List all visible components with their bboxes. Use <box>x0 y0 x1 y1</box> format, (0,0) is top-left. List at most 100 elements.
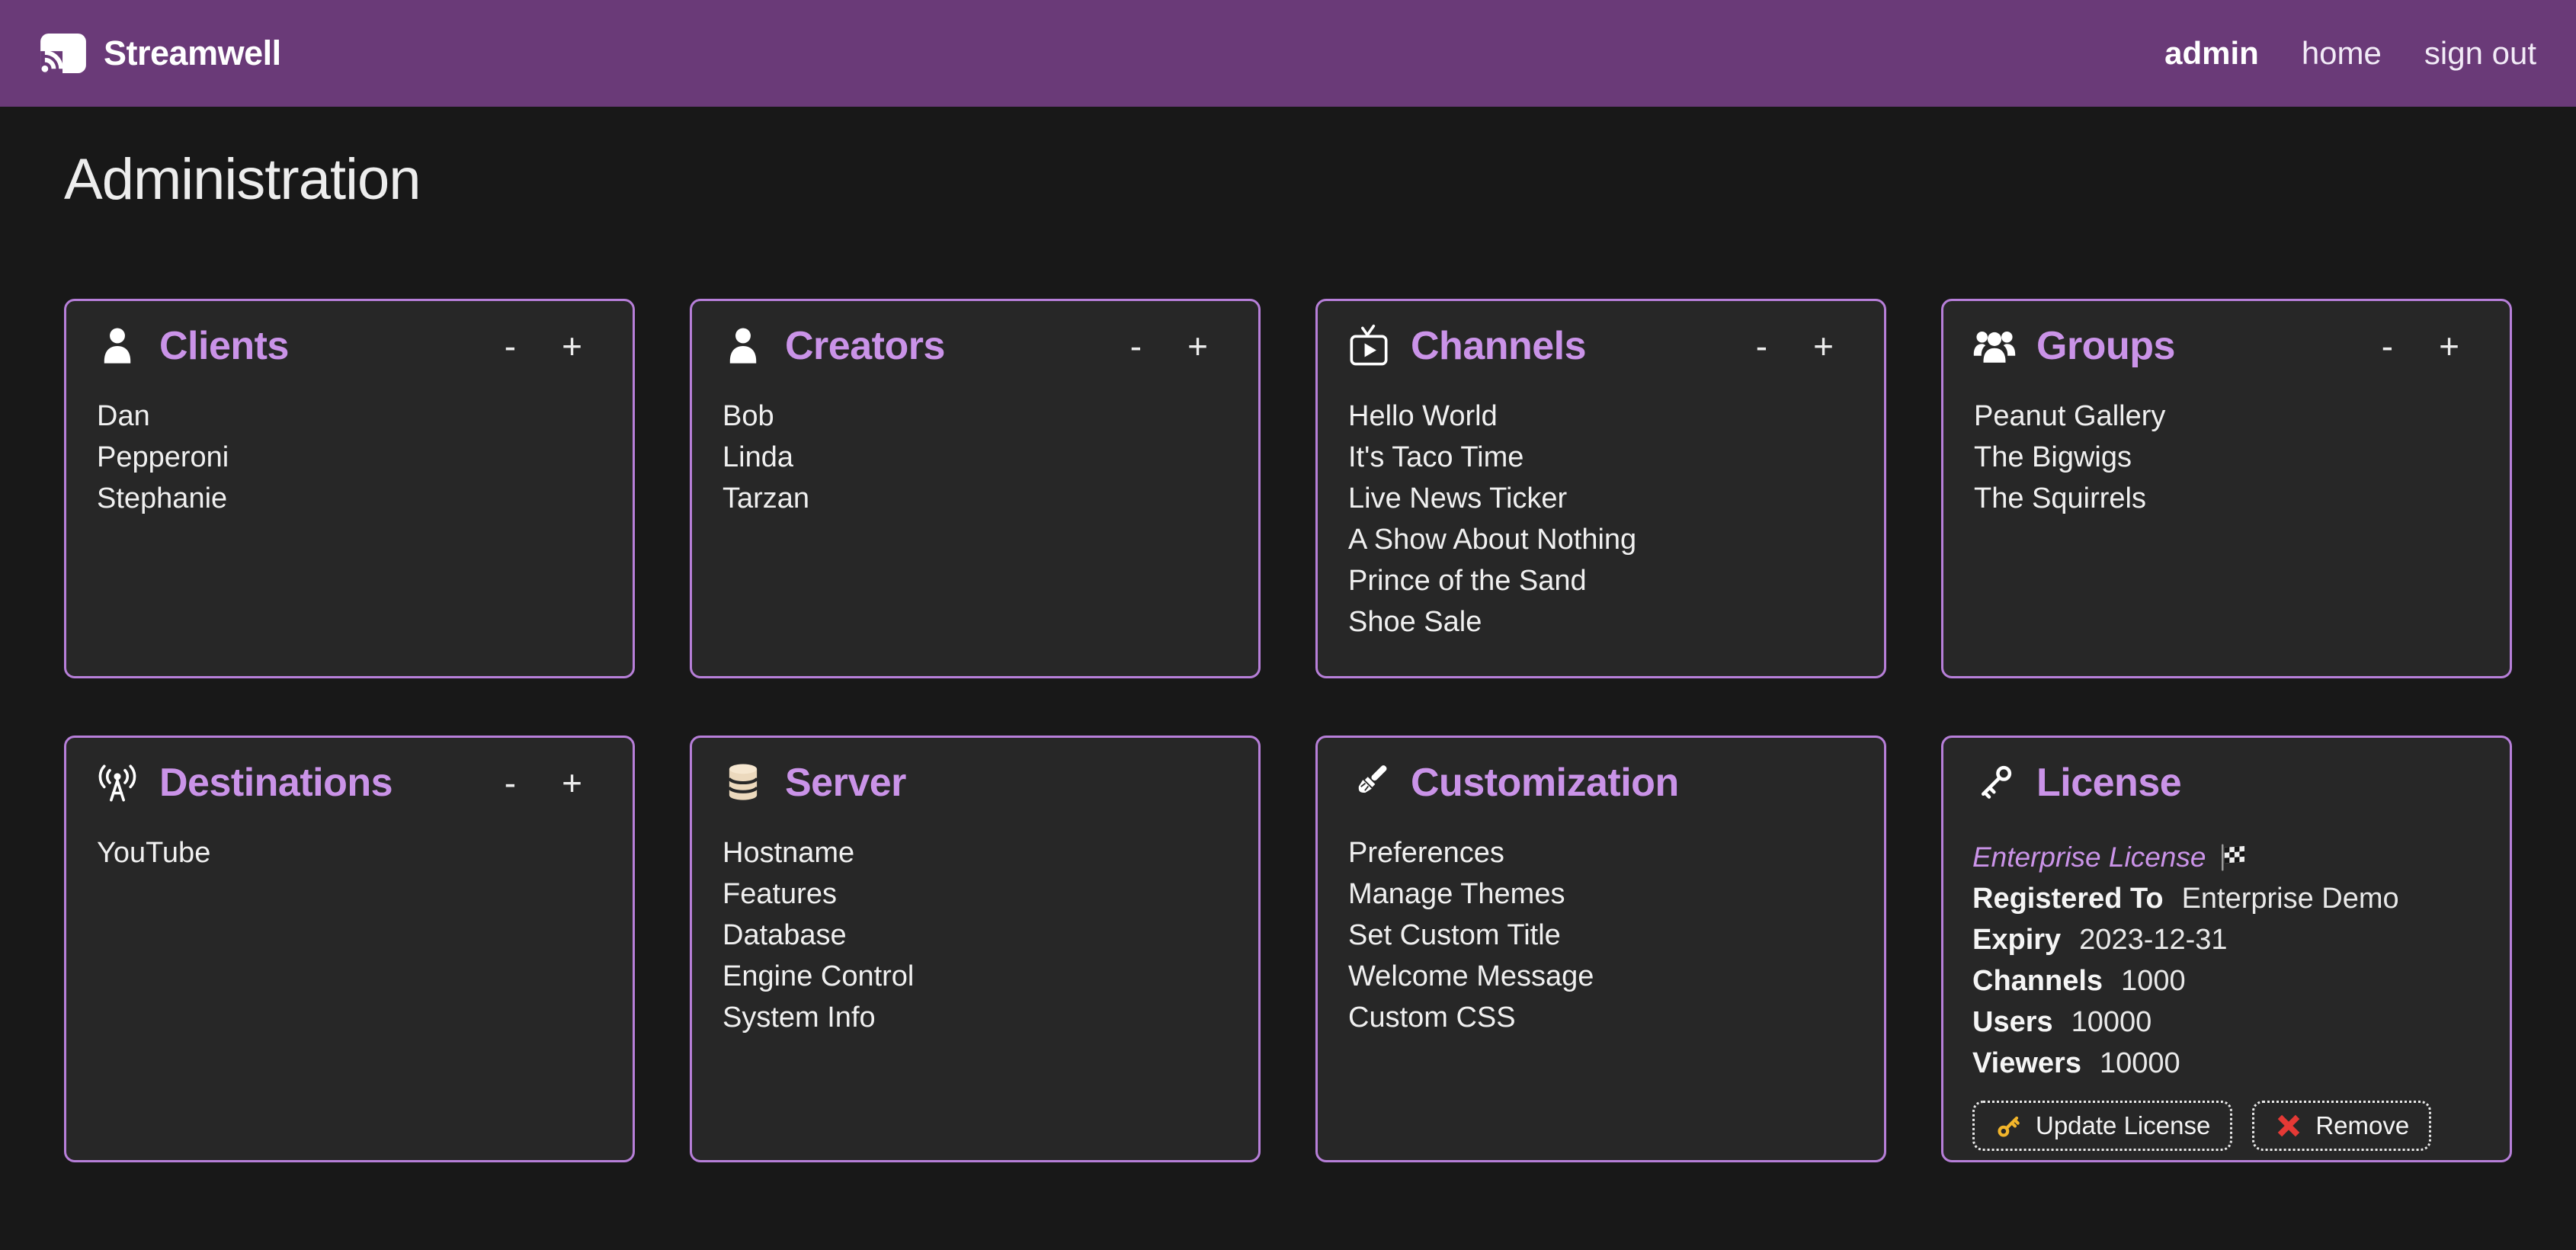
person-icon <box>721 324 765 368</box>
nav-admin[interactable]: admin <box>2164 35 2259 72</box>
update-license-button[interactable]: Update License <box>1972 1101 2232 1151</box>
person-icon <box>95 324 139 368</box>
add-destination-button[interactable]: + <box>556 762 588 803</box>
main-content: Administration Clients - + DanPepperoniS… <box>64 148 2512 1162</box>
remove-destination-button[interactable]: - <box>498 762 522 803</box>
license-fields: Registered To Enterprise Demo Expiry 202… <box>1972 878 2482 1084</box>
add-client-button[interactable]: + <box>556 325 588 367</box>
channels-list: Hello WorldIt's Taco TimeLive News Ticke… <box>1348 396 1857 643</box>
page-title: Administration <box>64 148 2512 212</box>
card-title: Clients <box>159 323 289 369</box>
top-bar: Streamwell admin home sign out <box>0 0 2576 107</box>
list-item[interactable]: Shoe Sale <box>1348 601 1857 643</box>
list-item[interactable]: Manage Themes <box>1348 873 1857 915</box>
card-title: License <box>2036 760 2181 806</box>
license-field-label: Viewers <box>1972 1043 2081 1084</box>
card-grid: Clients - + DanPepperoniStephanie Creato… <box>64 299 2512 1162</box>
add-channel-button[interactable]: + <box>1807 325 1840 367</box>
list-item[interactable]: It's Taco Time <box>1348 437 1857 478</box>
card-header: Groups - + <box>1972 322 2482 370</box>
destinations-list: YouTube <box>97 832 605 873</box>
license-field-row: Viewers 10000 <box>1972 1043 2482 1084</box>
license-field-value: 1000 <box>2121 960 2186 1002</box>
gold-key-icon <box>1994 1111 2023 1140</box>
card-header: Server <box>721 759 1231 806</box>
remove-creator-button[interactable]: - <box>1124 325 1148 367</box>
license-field-label: Registered To <box>1972 878 2164 919</box>
card-header: Creators - + <box>721 322 1231 370</box>
license-field-row: Expiry 2023-12-31 <box>1972 919 2482 960</box>
list-item[interactable]: Engine Control <box>722 956 1231 997</box>
nav-home[interactable]: home <box>2302 35 2382 72</box>
card-customization: Customization PreferencesManage ThemesSe… <box>1315 736 1886 1162</box>
license-tier: Enterprise License <box>1972 837 2482 878</box>
card-header: Destinations - + <box>95 759 605 806</box>
nav-sign-out[interactable]: sign out <box>2424 35 2536 72</box>
list-item[interactable]: Features <box>722 873 1231 915</box>
list-item[interactable]: Prince of the Sand <box>1348 560 1857 601</box>
license-field-label: Expiry <box>1972 919 2061 960</box>
card-server: Server HostnameFeaturesDatabaseEngine Co… <box>690 736 1261 1162</box>
list-item[interactable]: Hello World <box>1348 396 1857 437</box>
card-title: Groups <box>2036 323 2175 369</box>
list-item[interactable]: Tarzan <box>722 478 1231 519</box>
groups-list: Peanut GalleryThe BigwigsThe Squirrels <box>1974 396 2482 519</box>
card-title: Channels <box>1411 323 1586 369</box>
list-item[interactable]: YouTube <box>97 832 605 873</box>
list-item[interactable]: Pepperoni <box>97 437 605 478</box>
list-item[interactable]: A Show About Nothing <box>1348 519 1857 560</box>
group-icon <box>1972 324 2017 368</box>
remove-channel-button[interactable]: - <box>1750 325 1773 367</box>
cast-icon <box>40 33 87 74</box>
card-title: Server <box>785 760 906 806</box>
broadcast-antenna-icon <box>95 761 139 805</box>
card-header: Clients - + <box>95 322 605 370</box>
list-item[interactable]: The Squirrels <box>1974 478 2482 519</box>
license-field-label: Channels <box>1972 960 2103 1002</box>
list-item[interactable]: System Info <box>722 997 1231 1038</box>
list-item[interactable]: Linda <box>722 437 1231 478</box>
list-item[interactable]: Stephanie <box>97 478 605 519</box>
customization-list: PreferencesManage ThemesSet Custom Title… <box>1348 832 1857 1038</box>
list-item[interactable]: Set Custom Title <box>1348 915 1857 956</box>
clients-list: DanPepperoniStephanie <box>97 396 605 519</box>
list-item[interactable]: Database <box>722 915 1231 956</box>
list-item[interactable]: Preferences <box>1348 832 1857 873</box>
remove-group-button[interactable]: - <box>2376 325 2399 367</box>
card-title: Creators <box>785 323 945 369</box>
card-header: License <box>1972 759 2482 806</box>
tv-icon <box>1347 324 1391 368</box>
card-controls: - + <box>1750 325 1857 367</box>
card-title: Destinations <box>159 760 392 806</box>
list-item[interactable]: Welcome Message <box>1348 956 1857 997</box>
card-header: Customization <box>1347 759 1857 806</box>
card-groups: Groups - + Peanut GalleryThe BigwigsThe … <box>1941 299 2512 678</box>
server-list: HostnameFeaturesDatabaseEngine ControlSy… <box>722 832 1231 1038</box>
license-tier-text: Enterprise License <box>1972 837 2206 878</box>
add-creator-button[interactable]: + <box>1181 325 1214 367</box>
license-field-value: 10000 <box>2071 1002 2152 1043</box>
remove-client-button[interactable]: - <box>498 325 522 367</box>
list-item[interactable]: Live News Ticker <box>1348 478 1857 519</box>
list-item[interactable]: Dan <box>97 396 605 437</box>
remove-license-button[interactable]: Remove <box>2252 1101 2431 1151</box>
card-controls: - + <box>1124 325 1231 367</box>
red-x-icon <box>2274 1111 2303 1140</box>
license-field-value: 2023-12-31 <box>2079 919 2227 960</box>
remove-license-label: Remove <box>2315 1111 2409 1140</box>
list-item[interactable]: Peanut Gallery <box>1974 396 2482 437</box>
checkered-flag-icon <box>2218 842 2248 873</box>
card-clients: Clients - + DanPepperoniStephanie <box>64 299 635 678</box>
list-item[interactable]: Custom CSS <box>1348 997 1857 1038</box>
license-field-label: Users <box>1972 1002 2053 1043</box>
list-item[interactable]: The Bigwigs <box>1974 437 2482 478</box>
list-item[interactable]: Hostname <box>722 832 1231 873</box>
list-item[interactable]: Bob <box>722 396 1231 437</box>
brand[interactable]: Streamwell <box>40 33 281 74</box>
card-creators: Creators - + BobLindaTarzan <box>690 299 1261 678</box>
card-controls: - + <box>498 325 605 367</box>
card-header: Channels - + <box>1347 322 1857 370</box>
license-field-value: Enterprise Demo <box>2182 878 2399 919</box>
key-icon <box>1972 761 2017 805</box>
add-group-button[interactable]: + <box>2433 325 2465 367</box>
